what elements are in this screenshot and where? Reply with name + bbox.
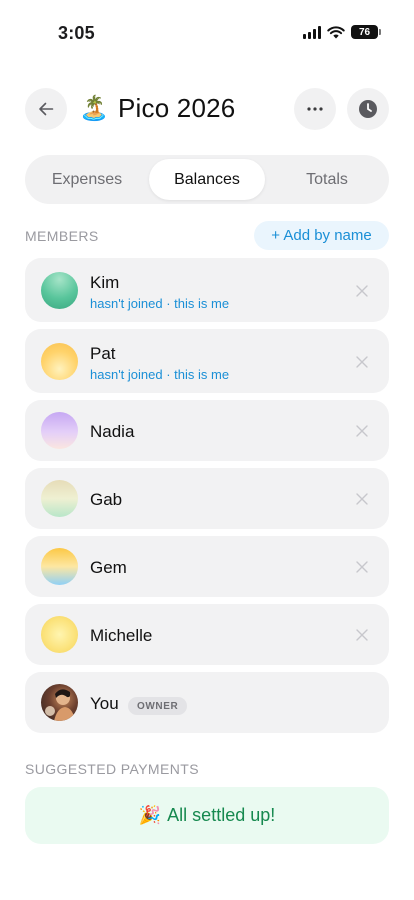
owner-badge: OWNER xyxy=(128,697,188,715)
battery-icon: 76 xyxy=(351,25,381,39)
payments-section-label: SUGGESTED PAYMENTS xyxy=(25,761,199,777)
member-row-kim[interactable]: Kim hasn't joined · this is me xyxy=(25,258,389,322)
member-status: hasn't joined · this is me xyxy=(90,367,230,382)
history-button[interactable] xyxy=(347,88,389,130)
member-name: Kim xyxy=(90,273,120,292)
close-icon[interactable] xyxy=(355,492,369,506)
trip-emoji: 🏝️ xyxy=(79,95,109,122)
member-row-nadia[interactable]: Nadia xyxy=(25,400,389,461)
avatar xyxy=(41,343,78,380)
member-name: Gab xyxy=(90,490,123,509)
member-row-you[interactable]: You OWNER xyxy=(25,672,389,733)
cellular-signal-icon xyxy=(303,25,321,39)
member-row-michelle[interactable]: Michelle xyxy=(25,604,389,665)
tab-balances[interactable]: Balances xyxy=(149,159,265,200)
more-options-button[interactable] xyxy=(294,88,336,130)
member-name: Pat xyxy=(90,344,116,363)
close-icon[interactable] xyxy=(355,628,369,642)
tab-totals[interactable]: Totals xyxy=(269,159,385,200)
party-popper-icon: 🎉 xyxy=(138,805,162,825)
add-by-name-button[interactable]: + Add by name xyxy=(254,221,389,250)
avatar xyxy=(41,412,78,449)
avatar xyxy=(41,480,78,517)
profile-photo xyxy=(45,689,75,721)
member-name: Nadia xyxy=(90,422,135,441)
status-bar: 3:05 76 xyxy=(0,0,414,62)
close-icon[interactable] xyxy=(355,284,369,298)
members-section-label: MEMBERS xyxy=(25,228,99,244)
wifi-icon xyxy=(327,25,345,39)
clock-icon xyxy=(359,100,377,118)
avatar xyxy=(41,548,78,585)
close-icon[interactable] xyxy=(355,560,369,574)
back-button[interactable] xyxy=(25,88,67,130)
close-icon[interactable] xyxy=(355,355,369,369)
close-icon[interactable] xyxy=(355,424,369,438)
member-row-gab[interactable]: Gab xyxy=(25,468,389,529)
avatar xyxy=(41,684,78,721)
tab-expenses[interactable]: Expenses xyxy=(29,159,145,200)
member-name: Michelle xyxy=(90,626,153,645)
member-status: hasn't joined · this is me xyxy=(90,296,230,311)
battery-level: 76 xyxy=(358,26,371,38)
status-time: 3:05 xyxy=(58,23,95,43)
more-horizontal-icon xyxy=(307,107,323,111)
settled-banner: 🎉 All settled up! xyxy=(25,787,389,844)
status-icons: 76 xyxy=(303,25,381,39)
page-title: Pico 2026 xyxy=(118,93,236,123)
trip-header: 🏝️ Pico 2026 xyxy=(25,88,389,130)
member-row-gem[interactable]: Gem xyxy=(25,536,389,597)
tab-bar: Expenses Balances Totals xyxy=(25,155,389,204)
avatar xyxy=(41,616,78,653)
avatar xyxy=(41,272,78,309)
settled-text: All settled up! xyxy=(167,805,276,825)
member-name: Gem xyxy=(90,558,127,577)
member-name: You xyxy=(90,694,119,713)
arrow-left-icon xyxy=(39,102,54,116)
member-row-pat[interactable]: Pat hasn't joined · this is me xyxy=(25,329,389,393)
